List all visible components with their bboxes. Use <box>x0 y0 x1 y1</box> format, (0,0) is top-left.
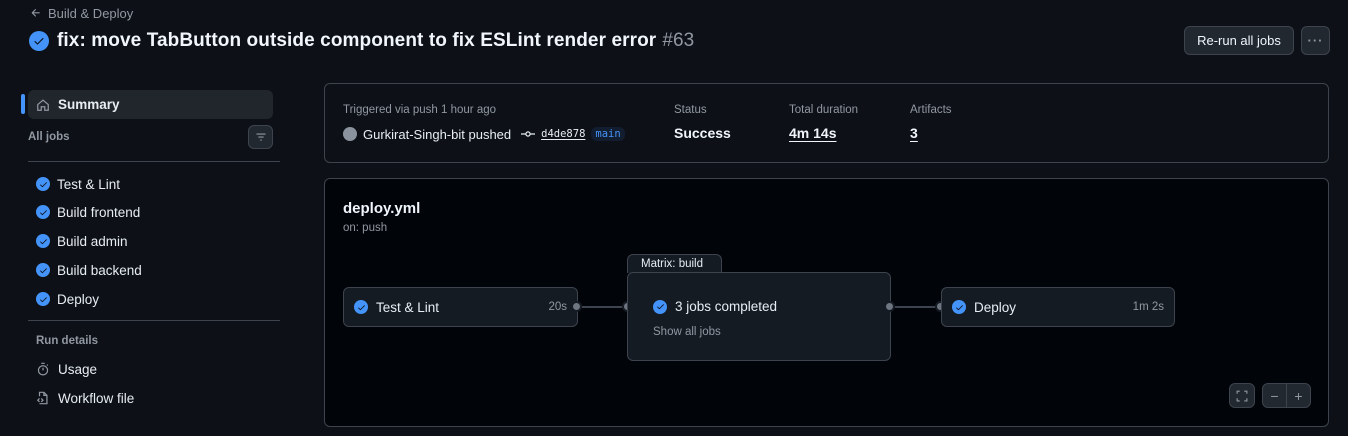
sidebar-job-build-frontend[interactable]: Build frontend <box>36 202 140 222</box>
rerun-all-jobs-button[interactable]: Re-run all jobs <box>1184 26 1294 55</box>
workflow-name: deploy.yml <box>343 200 421 217</box>
success-check-icon <box>36 263 50 277</box>
more-options-button[interactable]: ··· <box>1301 26 1330 55</box>
git-commit-icon <box>521 131 536 137</box>
sidebar-job-test-lint[interactable]: Test & Lint <box>36 174 120 194</box>
filter-icon <box>256 133 265 141</box>
zoom-out-button[interactable]: − <box>1262 383 1287 408</box>
success-check-icon <box>36 292 50 306</box>
all-jobs-heading: All jobs <box>28 131 70 143</box>
node-label: 3 jobs completed <box>675 299 778 314</box>
node-label: Deploy <box>974 299 1017 315</box>
arrow-left-icon <box>31 9 40 17</box>
screen-full-icon <box>1236 390 1248 401</box>
show-all-jobs-link[interactable]: Show all jobs <box>653 326 721 338</box>
duration-label: Total duration <box>789 104 859 116</box>
run-summary-card: Triggered via push 1 hour ago Gurkirat-S… <box>324 83 1329 163</box>
connector-dot <box>571 301 582 312</box>
sidebar-job-deploy[interactable]: Deploy <box>36 289 99 309</box>
status-value: Success <box>674 125 731 141</box>
success-check-icon <box>36 205 50 219</box>
commit-link[interactable]: d4de878 <box>541 128 585 140</box>
duration-value[interactable]: 4m 14s <box>789 125 836 141</box>
fullscreen-button[interactable] <box>1229 383 1255 408</box>
sidebar-job-build-backend[interactable]: Build backend <box>36 260 142 280</box>
zoom-in-button[interactable]: + <box>1286 383 1311 408</box>
sidebar-active-indicator <box>21 94 25 114</box>
sidebar-item-label: Summary <box>58 97 120 112</box>
kebab-horizontal-icon: ··· <box>1307 33 1324 48</box>
success-check-icon <box>952 300 966 314</box>
graph-node-matrix-build[interactable]: 3 jobs completed Show all jobs <box>627 272 891 361</box>
sidebar-divider <box>28 161 280 162</box>
node-duration: 20s <box>548 301 567 313</box>
job-label: Deploy <box>57 291 100 307</box>
sidebar-item-usage[interactable]: Usage <box>36 359 97 379</box>
back-link-label: Build & Deploy <box>48 5 134 21</box>
artifacts-count[interactable]: 3 <box>910 125 918 141</box>
node-duration: 1m 2s <box>1132 301 1164 313</box>
sidebar-item-workflow-file[interactable]: Workflow file <box>36 388 134 408</box>
avatar <box>343 127 357 141</box>
sidebar-job-build-admin[interactable]: Build admin <box>36 231 128 251</box>
connector-line <box>582 306 623 308</box>
branch-badge[interactable]: main <box>591 127 625 141</box>
run-details-heading: Run details <box>36 335 98 347</box>
success-check-icon <box>653 299 667 314</box>
status-label: Status <box>674 104 707 116</box>
run-number: #63 <box>662 30 695 51</box>
trigger-label: Triggered via push 1 hour ago <box>343 104 497 116</box>
back-link[interactable]: Build & Deploy <box>30 4 133 22</box>
actor-text: Gurkirat-Singh-bit pushed <box>363 126 512 142</box>
success-check-icon <box>354 300 368 314</box>
artifacts-label: Artifacts <box>910 104 952 116</box>
matrix-tab-label: Matrix: build <box>627 254 722 273</box>
job-label: Build backend <box>57 262 142 278</box>
graph-node-deploy[interactable]: Deploy 1m 2s <box>941 287 1175 327</box>
workflow-graph: deploy.yml on: push Test & Lint 20s Matr… <box>324 178 1329 427</box>
job-label: Test & Lint <box>57 176 121 192</box>
page-title-row: fix: move TabButton outside component to… <box>29 29 694 53</box>
connector-dot <box>884 301 895 312</box>
job-label: Build frontend <box>57 204 141 220</box>
job-label: Build admin <box>57 233 128 249</box>
graph-node-test-lint[interactable]: Test & Lint 20s <box>343 287 578 327</box>
page-title: fix: move TabButton outside component to… <box>57 30 695 51</box>
trigger-details: Gurkirat-Singh-bit pushed d4de878 main <box>343 125 625 143</box>
matrix-summary: 3 jobs completed <box>653 299 777 314</box>
sidebar-item-label: Workflow file <box>58 390 135 406</box>
stopwatch-icon <box>37 362 49 376</box>
workflow-trigger: on: push <box>343 222 388 234</box>
home-icon <box>37 98 49 111</box>
success-check-icon <box>36 234 50 248</box>
success-check-icon <box>36 177 50 191</box>
sidebar-item-label: Usage <box>58 361 98 377</box>
success-check-icon <box>29 31 49 51</box>
filter-jobs-button[interactable] <box>248 125 273 149</box>
sidebar-divider <box>28 320 280 321</box>
sidebar-item-summary[interactable]: Summary <box>28 90 273 119</box>
file-code-icon <box>36 391 48 405</box>
node-label: Test & Lint <box>376 299 440 315</box>
connector-line <box>895 306 936 308</box>
